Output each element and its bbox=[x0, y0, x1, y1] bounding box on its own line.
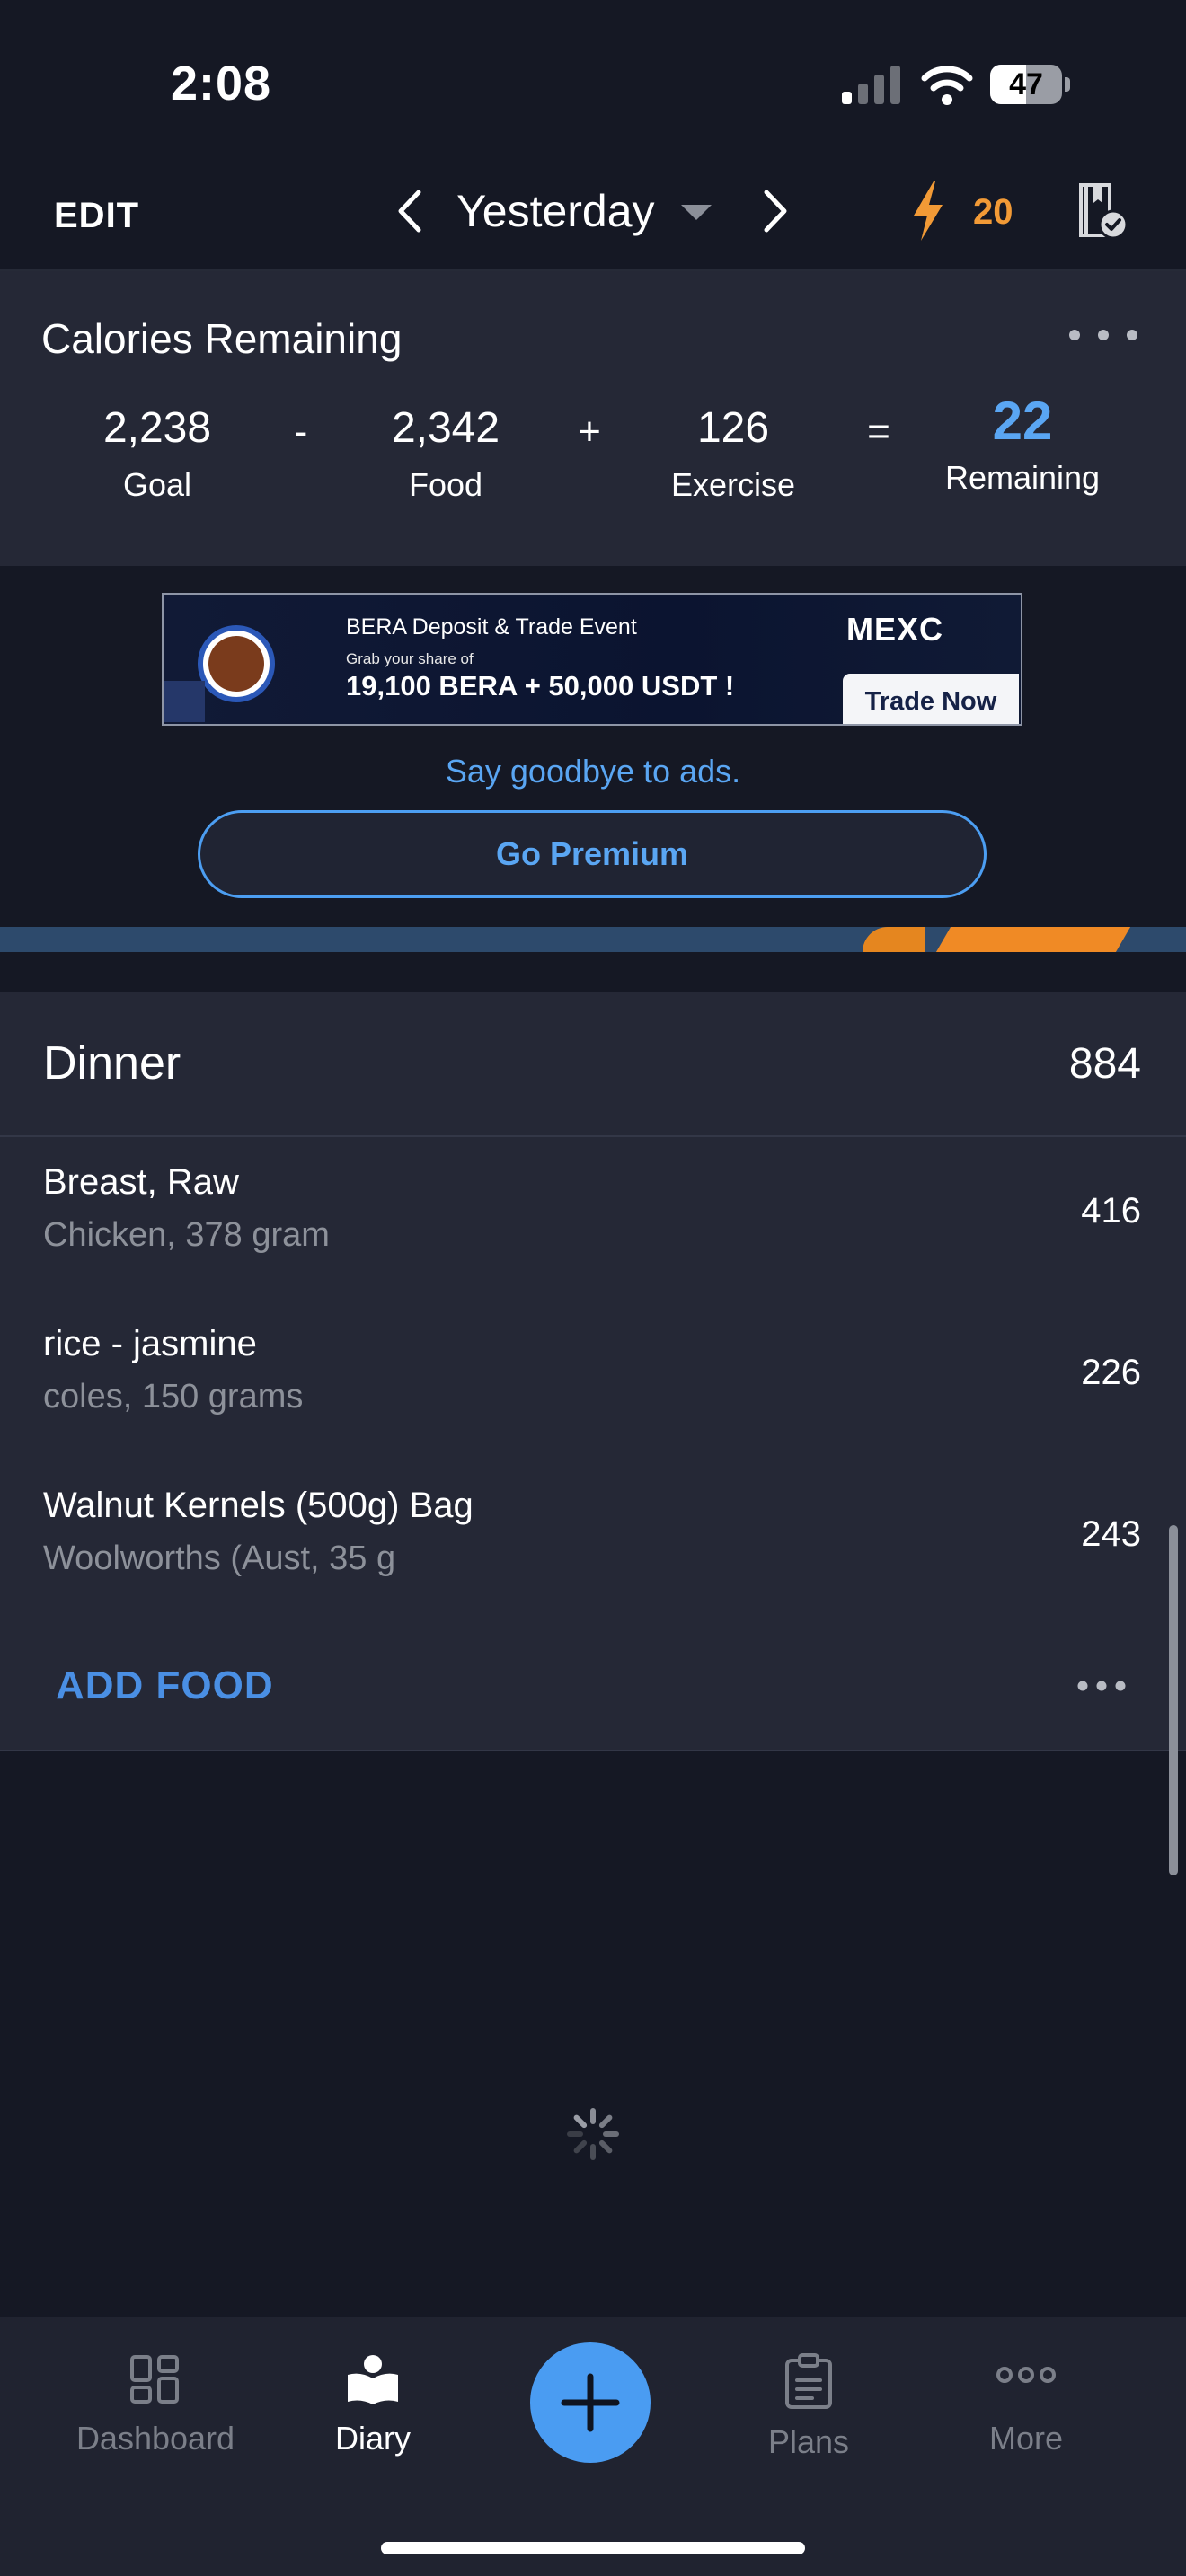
home-indicator[interactable] bbox=[381, 2542, 805, 2554]
tab-more[interactable]: More bbox=[927, 2353, 1125, 2457]
goal-value: 2,238 bbox=[102, 404, 212, 452]
equals-sign: = bbox=[867, 410, 890, 454]
bolt-icon[interactable] bbox=[910, 180, 946, 243]
signal-icon bbox=[842, 66, 900, 104]
chevron-left-icon[interactable] bbox=[394, 189, 426, 234]
ad-banner[interactable]: BERA Deposit & Trade Event Grab your sha… bbox=[162, 593, 1022, 726]
status-time: 2:08 bbox=[171, 57, 272, 110]
battery-icon: 47 bbox=[990, 65, 1071, 104]
calories-exercise: 126 Exercise bbox=[652, 402, 814, 505]
more-icon bbox=[996, 2367, 1056, 2383]
minus-sign: - bbox=[294, 410, 308, 454]
ad-headline: BERA Deposit & Trade Event bbox=[346, 614, 637, 640]
add-food-button[interactable]: ADD FOOD bbox=[56, 1663, 274, 1708]
diary-icon bbox=[348, 2355, 398, 2404]
quick-add-button[interactable] bbox=[530, 2342, 651, 2463]
ad-brand: MEXC bbox=[846, 611, 944, 648]
calories-title: Calories Remaining bbox=[41, 315, 403, 362]
calories-goal: 2,238 Goal bbox=[76, 402, 238, 505]
food-row[interactable]: rice - jasmine coles, 150 grams 226 bbox=[0, 1308, 1186, 1469]
streak-count[interactable]: 20 bbox=[973, 192, 1013, 233]
battery-level: 47 bbox=[1009, 67, 1043, 101]
tab-plans[interactable]: Plans bbox=[710, 2353, 907, 2461]
calories-food: 2,342 Food bbox=[365, 402, 527, 505]
spinner-icon bbox=[567, 2108, 619, 2160]
calories-remaining: 22 Remaining bbox=[942, 394, 1103, 498]
ad-logo bbox=[198, 625, 275, 702]
go-premium-button[interactable]: Go Premium bbox=[198, 810, 987, 898]
ad-subline: Grab your share of bbox=[346, 650, 474, 667]
tab-diary-label: Diary bbox=[334, 2420, 411, 2457]
food-value: 2,342 bbox=[391, 404, 500, 452]
ad-cta-button[interactable]: Trade Now bbox=[843, 674, 1019, 724]
tab-diary[interactable]: Diary bbox=[274, 2353, 472, 2457]
more-dots-icon[interactable] bbox=[1067, 329, 1139, 341]
dinner-title: Dinner bbox=[43, 1037, 181, 1090]
ad-choices-icon[interactable] bbox=[164, 681, 205, 722]
date-selector[interactable]: Yesterday bbox=[456, 185, 655, 237]
food-desc: Woolworths (Aust, 35 g bbox=[43, 1539, 396, 1577]
food-row[interactable]: Breast, Raw Chicken, 378 gram 416 bbox=[0, 1146, 1186, 1308]
tab-plans-label: Plans bbox=[767, 2423, 850, 2460]
food-desc: Chicken, 378 gram bbox=[43, 1216, 330, 1254]
chevron-right-icon[interactable] bbox=[759, 189, 792, 234]
food-calories: 416 bbox=[1081, 1191, 1141, 1231]
remove-ads-link[interactable]: Say goodbye to ads. bbox=[0, 753, 1186, 790]
more-dots-icon[interactable] bbox=[1076, 1680, 1127, 1692]
tab-more-label: More bbox=[988, 2420, 1064, 2457]
food-row[interactable]: Walnut Kernels (500g) Bag Woolworths (Au… bbox=[0, 1469, 1186, 1631]
exercise-label: Exercise bbox=[670, 466, 796, 503]
food-name: rice - jasmine bbox=[43, 1324, 257, 1363]
food-desc: coles, 150 grams bbox=[43, 1378, 304, 1416]
food-name: Walnut Kernels (500g) Bag bbox=[43, 1486, 474, 1525]
plans-icon bbox=[785, 2353, 832, 2409]
food-calories: 226 bbox=[1081, 1353, 1141, 1392]
ad-offer: 19,100 BERA + 50,000 USDT ! bbox=[346, 670, 735, 701]
promo-strip[interactable] bbox=[0, 927, 1186, 952]
scrollbar[interactable] bbox=[1169, 1525, 1178, 1875]
diary-check-icon[interactable] bbox=[1074, 180, 1131, 241]
food-name: Breast, Raw bbox=[43, 1162, 239, 1202]
plus-sign: + bbox=[578, 410, 601, 454]
edit-button[interactable]: EDIT bbox=[54, 196, 139, 236]
dropdown-caret-icon[interactable] bbox=[681, 205, 712, 220]
tab-dashboard[interactable]: Dashboard bbox=[57, 2353, 254, 2457]
plus-icon bbox=[561, 2373, 620, 2432]
food-label: Food bbox=[408, 466, 483, 503]
dashboard-icon bbox=[130, 2355, 179, 2404]
food-calories: 243 bbox=[1081, 1514, 1141, 1554]
exercise-value: 126 bbox=[696, 404, 770, 452]
remaining-label: Remaining bbox=[944, 459, 1101, 496]
goal-label: Goal bbox=[122, 466, 192, 503]
tab-dashboard-label: Dashboard bbox=[75, 2420, 235, 2457]
divider bbox=[0, 1750, 1186, 1751]
remaining-value: 22 bbox=[992, 391, 1053, 451]
wifi-icon bbox=[921, 66, 973, 105]
dinner-total: 884 bbox=[1068, 1040, 1141, 1088]
